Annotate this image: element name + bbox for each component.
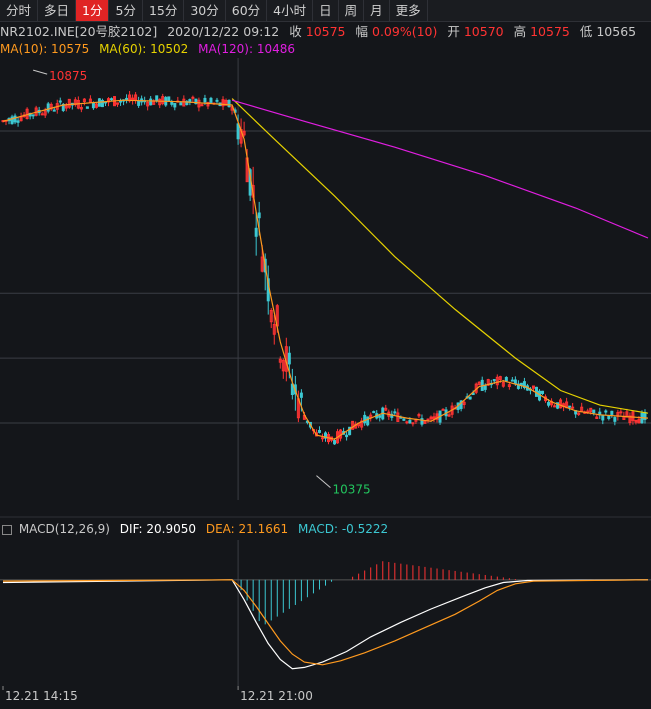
- candle-body-199: [601, 415, 605, 421]
- candle-body-99: [299, 392, 303, 398]
- candle-body-141: [426, 418, 430, 421]
- x-tick-label-0: 12.21 14:15: [5, 689, 78, 703]
- candle-body-55: [167, 96, 171, 102]
- candle-body-181: [547, 402, 551, 406]
- candle-body-121: [366, 416, 370, 426]
- dea-line: [2, 579, 649, 666]
- candle-body-200: [604, 410, 608, 413]
- candle-body-66: [200, 104, 204, 107]
- ma60-line: [231, 98, 649, 414]
- candle-body-179: [541, 390, 545, 394]
- candle-body-134: [405, 421, 409, 424]
- candle-body-183: [553, 405, 557, 408]
- candle-body-133: [402, 418, 406, 421]
- candle-body-125: [378, 415, 382, 418]
- candle-body-201: [607, 415, 611, 420]
- annot-line-low: [316, 475, 331, 489]
- candle-body-10: [31, 114, 35, 117]
- candle-body-30: [91, 102, 95, 109]
- candle-body-13: [40, 113, 44, 116]
- candle-body-95: [287, 352, 291, 365]
- candle-body-75: [227, 99, 231, 108]
- candle-body-203: [613, 417, 617, 422]
- ma10-line: [2, 99, 649, 440]
- candle-body-28: [85, 106, 89, 109]
- candle-body-155: [468, 396, 472, 400]
- candle-body-106: [320, 437, 324, 440]
- candle-body-51: [155, 95, 159, 102]
- candle-body-49: [149, 98, 153, 106]
- candle-body-78: [236, 123, 240, 140]
- candle-body-105: [317, 430, 321, 433]
- candle-body-59: [179, 102, 183, 106]
- candle-body-160: [483, 385, 487, 390]
- candle-body-85: [257, 212, 261, 219]
- ma120-line: [231, 99, 649, 239]
- candle-body-205: [619, 411, 623, 414]
- kline-chart[interactable]: 10875 10375 12.21 14:15 12.21 21:00: [0, 0, 651, 709]
- candle-body-135: [408, 419, 412, 424]
- x-tick-label-1: 12.21 21:00: [240, 689, 313, 703]
- candle-body-167: [504, 376, 508, 382]
- candle-body-163: [492, 379, 496, 382]
- candle-body-57: [173, 102, 177, 108]
- candle-body-169: [510, 379, 514, 382]
- dif-line: [2, 579, 649, 670]
- candle-body-202: [610, 410, 614, 415]
- candle-body-69: [209, 97, 213, 103]
- candle-body-15: [46, 103, 50, 112]
- candle-body-19: [58, 100, 62, 103]
- candle-body-114: [345, 434, 349, 438]
- candle-body-39: [119, 100, 123, 103]
- annot-high-label: 10875: [49, 69, 87, 83]
- candle-body-36: [110, 98, 114, 101]
- candle-body-130: [393, 411, 397, 414]
- candle-body-4: [13, 115, 17, 123]
- candle-body-84: [254, 227, 258, 237]
- candle-body-196: [592, 409, 596, 414]
- candle-body-5: [16, 120, 20, 123]
- candle-body-71: [215, 99, 219, 102]
- candle-body-45: [137, 100, 141, 106]
- candle-body-188: [568, 405, 572, 408]
- candle-body-120: [363, 414, 367, 424]
- candle-body-110: [333, 440, 337, 445]
- annot-line-high: [33, 69, 48, 75]
- candle-body-123: [372, 411, 376, 414]
- candle-body-146: [441, 408, 445, 411]
- candle-body-189: [571, 406, 575, 409]
- candle-body-67: [203, 97, 207, 103]
- annot-low-label: 10375: [332, 483, 370, 497]
- candle-body-17: [52, 109, 56, 112]
- candle-body-63: [191, 96, 195, 99]
